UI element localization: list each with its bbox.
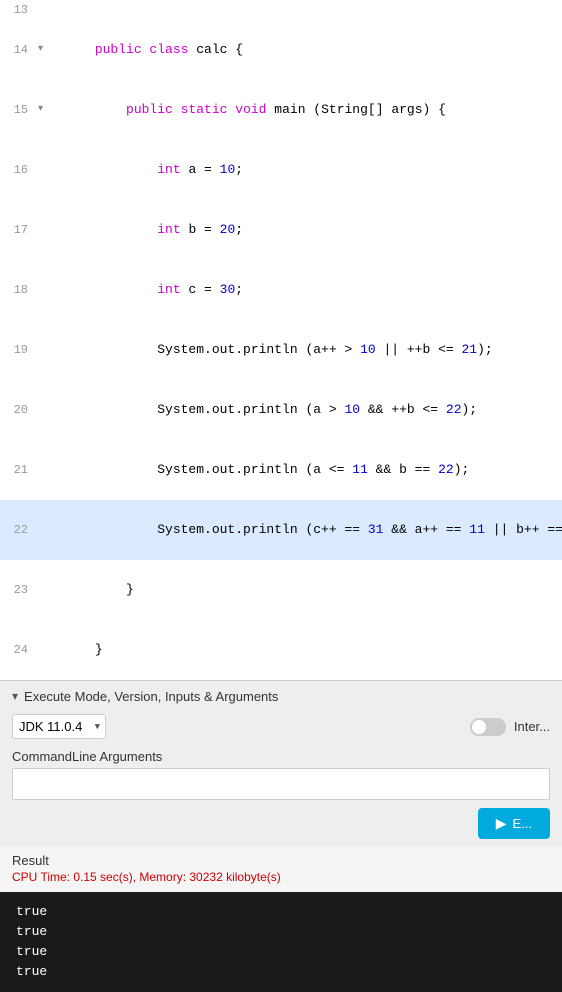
code-line-19: 19 System.out.println (a++ > 10 || ++b <… [0,320,562,380]
line-number: 23 [0,580,38,600]
code-line-23: 23 } [0,560,562,620]
code-content[interactable]: public class calc { [48,20,562,80]
execute-controls: JDK 11.0.4 JDK 8 JDK 14 JDK 17 Inter... [12,714,550,739]
line-number: 18 [0,280,38,300]
line-number: 19 [0,340,38,360]
output-line-1: true [16,902,546,922]
code-content: } [48,620,562,680]
code-line-16: 16 int a = 10; [0,140,562,200]
play-icon: ▶ [496,815,507,832]
code-line-24: 24 } [0,620,562,680]
code-line-18: 18 int c = 30; [0,260,562,320]
result-label: Result [12,853,550,868]
line-number: 17 [0,220,38,240]
code-content: int a = 10; [48,140,562,200]
execute-button-row: ▶ E... [12,808,550,839]
code-content: int c = 30; [48,260,562,320]
code-content: System.out.println (a++ > 10 || ++b <= 2… [48,320,562,380]
interactive-label: Inter... [514,719,550,734]
output-line-3: true [16,942,546,962]
code-content: System.out.println (c++ == 31 && a++ == … [48,500,562,560]
code-content: System.out.println (a <= 11 && b == 22); [48,440,562,500]
arrow-icon: ▾ [38,40,48,60]
line-number: 21 [0,460,38,480]
code-content: public static void main (String[] args) … [48,80,562,140]
line-number: 14 [0,40,38,60]
code-line-20: 20 System.out.println (a > 10 && ++b <= … [0,380,562,440]
output-line-2: true [16,922,546,942]
execute-section: ▾ Execute Mode, Version, Inputs & Argume… [0,680,562,847]
line-number: 24 [0,640,38,660]
jdk-version-select[interactable]: JDK 11.0.4 JDK 8 JDK 14 JDK 17 [12,714,106,739]
execute-header: ▾ Execute Mode, Version, Inputs & Argume… [12,689,550,704]
line-number: 20 [0,400,38,420]
line-number: 16 [0,160,38,180]
code-line-17: 17 int b = 20; [0,200,562,260]
code-content: } [48,560,562,620]
cmd-arguments-label: CommandLine Arguments [12,749,550,764]
cpu-info: CPU Time: 0.15 sec(s), Memory: 30232 kil… [12,870,550,884]
result-section: Result CPU Time: 0.15 sec(s), Memory: 30… [0,847,562,892]
code-line-21: 21 System.out.println (a <= 11 && b == 2… [0,440,562,500]
output-terminal: true true true true [0,892,562,992]
line-number: 15 [0,100,38,120]
code-line-13: 13 [0,0,562,20]
jdk-select-container[interactable]: JDK 11.0.4 JDK 8 JDK 14 JDK 17 [12,714,106,739]
code-line-22: 22 System.out.println (c++ == 31 && a++ … [0,500,562,560]
code-line-15: 15 ▾ public static void main (String[] a… [0,80,562,140]
line-number: 22 [0,520,38,540]
line-number: 13 [0,0,38,20]
interactive-toggle[interactable] [470,718,506,736]
arrow-icon: ▾ [38,100,48,120]
right-controls: Inter... [470,718,550,736]
code-editor: 13 14 ▾ public class calc { 15 ▾ public … [0,0,562,680]
execute-button-label: E... [512,816,532,831]
code-line-14: 14 ▾ public class calc { [0,20,562,80]
output-line-4: true [16,962,546,982]
chevron-down-icon: ▾ [12,689,18,704]
cmd-arguments-input[interactable] [12,768,550,800]
code-content: int b = 20; [48,200,562,260]
execute-section-title: Execute Mode, Version, Inputs & Argument… [24,689,278,704]
code-content: System.out.println (a > 10 && ++b <= 22)… [48,380,562,440]
execute-button[interactable]: ▶ E... [478,808,550,839]
